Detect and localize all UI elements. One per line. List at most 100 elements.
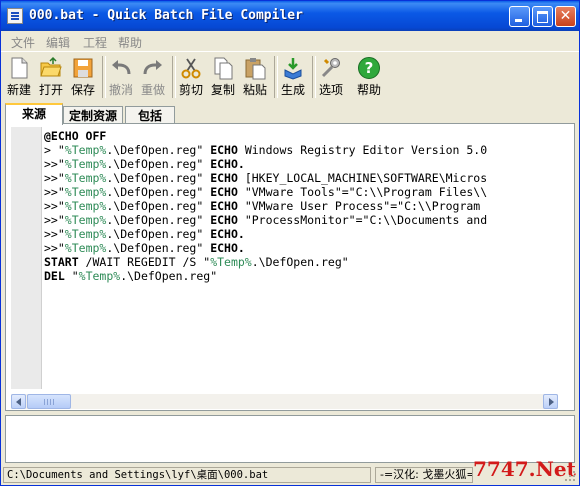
code-token: > (44, 143, 58, 157)
toolbar: 新建 打开 保存 撤消 重做 剪切 复制 粘贴 生成 选项 ? 帮助 (1, 51, 579, 103)
code-token: .\DefOpen.reg" (106, 227, 211, 241)
code-token: >> (44, 199, 58, 213)
code-token: /WAIT REGEDIT /S " (78, 255, 211, 269)
code-token: %Temp% (78, 269, 121, 283)
new-file-icon (11, 57, 28, 79)
code-token: >> (44, 185, 58, 199)
code-token: >> (44, 213, 58, 227)
code-token: " (57, 171, 65, 185)
menu-bar: 文件 编辑 工程 帮助 (1, 31, 579, 51)
scroll-left-button[interactable] (11, 394, 26, 409)
code-line: >>"%Temp%.\DefOpen.reg" ECHO. (44, 227, 556, 241)
code-area[interactable]: @ECHO OFF > "%Temp%.\DefOpen.reg" ECHO Wi… (44, 129, 556, 391)
menu-file[interactable]: 文件 (11, 34, 35, 51)
open-button[interactable]: 打开 (35, 53, 67, 99)
code-token: .\DefOpen.reg" (106, 213, 211, 227)
code-token: .\DefOpen.reg" (106, 143, 211, 157)
code-token: ECHO (210, 185, 238, 199)
paste-button[interactable]: 粘贴 (239, 53, 271, 99)
grip-icon (44, 399, 45, 405)
menu-project[interactable]: 工程 (83, 34, 107, 51)
wrench-icon (321, 58, 340, 78)
code-token: .\DefOpen.reg" (106, 171, 211, 185)
minimize-button[interactable] (509, 6, 530, 27)
help-question-icon: ? (358, 57, 380, 79)
code-token: %Temp% (64, 171, 107, 185)
code-token: %Temp% (64, 241, 107, 255)
editor-gutter (11, 127, 42, 389)
menu-help[interactable]: 帮助 (118, 34, 142, 51)
help-button[interactable]: ? 帮助 (353, 53, 385, 99)
code-token: ECHO (210, 171, 238, 185)
redo-arrow-icon (143, 60, 162, 75)
maximize-button[interactable] (532, 6, 553, 27)
code-token: >> (44, 157, 58, 171)
title-bar[interactable]: 000.bat - Quick Batch File Compiler ✕ (1, 1, 579, 31)
code-token: %Temp% (64, 157, 107, 171)
open-folder-icon (40, 56, 62, 77)
code-token: .\DefOpen.reg" (251, 255, 349, 269)
code-line: >>"%Temp%.\DefOpen.reg" ECHO "VMware Too… (44, 185, 556, 199)
save-label: 保存 (70, 83, 95, 97)
resize-grip-icon[interactable] (563, 469, 577, 483)
code-token: %Temp% (210, 255, 252, 269)
code-token: %Temp% (64, 213, 107, 227)
cut-button[interactable]: 剪切 (175, 53, 207, 99)
tab-source[interactable]: 来源 (5, 103, 63, 125)
tab-includes[interactable]: 包括 (125, 106, 175, 124)
code-line: @ECHO OFF (44, 129, 556, 143)
code-token: ECHO. (210, 241, 245, 255)
horizontal-scrollbar[interactable] (11, 394, 558, 409)
code-token: "ProcessMonitor"="C:\\Documents and (237, 213, 488, 227)
copy-button[interactable]: 复制 (207, 53, 239, 99)
code-token: %Temp% (64, 185, 107, 199)
code-token: %Temp% (64, 227, 107, 241)
code-token: ECHO. (210, 227, 245, 241)
menu-edit[interactable]: 编辑 (46, 34, 70, 51)
close-icon: ✕ (559, 8, 572, 24)
tab-strip: 来源 定制资源 包括 (1, 102, 579, 125)
code-token: >> (44, 227, 58, 241)
paste-clipboard-icon (245, 58, 266, 80)
code-token: .\DefOpen.reg" (106, 157, 211, 171)
save-button[interactable]: 保存 (67, 53, 99, 99)
code-editor[interactable]: @ECHO OFF > "%Temp%.\DefOpen.reg" ECHO Wi… (5, 123, 575, 411)
options-button[interactable]: 选项 (315, 53, 347, 99)
code-token: @ECHO OFF (44, 129, 107, 143)
undo-button[interactable]: 撤消 (105, 53, 137, 99)
redo-button[interactable]: 重做 (137, 53, 169, 99)
code-token: START (44, 255, 79, 269)
scissors-icon (181, 58, 201, 79)
code-token: .\DefOpen.reg" (106, 241, 211, 255)
code-token: ECHO (210, 213, 238, 227)
code-token: " (57, 241, 65, 255)
code-line: >>"%Temp%.\DefOpen.reg" ECHO. (44, 241, 556, 255)
options-label: 选项 (318, 83, 343, 97)
scrollbar-thumb[interactable] (27, 394, 71, 409)
cut-label: 剪切 (178, 83, 203, 97)
build-icon (284, 58, 302, 80)
code-line: DEL "%Temp%.\DefOpen.reg" (44, 269, 556, 283)
output-panel[interactable] (5, 415, 575, 463)
code-token: " (57, 143, 65, 157)
build-button[interactable]: 生成 (277, 53, 309, 99)
code-token: ECHO. (210, 157, 245, 171)
code-token: >> (44, 171, 58, 185)
copy-label: 复制 (210, 83, 235, 97)
code-token: " (57, 227, 65, 241)
tab-custom-resources[interactable]: 定制资源 (63, 106, 123, 124)
code-line: > "%Temp%.\DefOpen.reg" ECHO Windows Reg… (44, 143, 556, 157)
status-file-path: C:\Documents and Settings\lyf\桌面\000.bat (3, 467, 371, 483)
code-token: " (57, 199, 65, 213)
code-line: >>"%Temp%.\DefOpen.reg" ECHO. (44, 157, 556, 171)
code-line: >>"%Temp%.\DefOpen.reg" ECHO "ProcessMon… (44, 213, 556, 227)
redo-label: 重做 (140, 83, 165, 97)
code-token: " (57, 185, 65, 199)
copy-icon (214, 57, 233, 80)
arrow-left-icon (16, 398, 21, 406)
new-button[interactable]: 新建 (3, 53, 35, 99)
code-token: %Temp% (64, 199, 107, 213)
scroll-right-button[interactable] (543, 394, 558, 409)
close-button[interactable]: ✕ (555, 6, 576, 27)
code-token: [HKEY_LOCAL_MACHINE\SOFTWARE\Micros (237, 171, 488, 185)
